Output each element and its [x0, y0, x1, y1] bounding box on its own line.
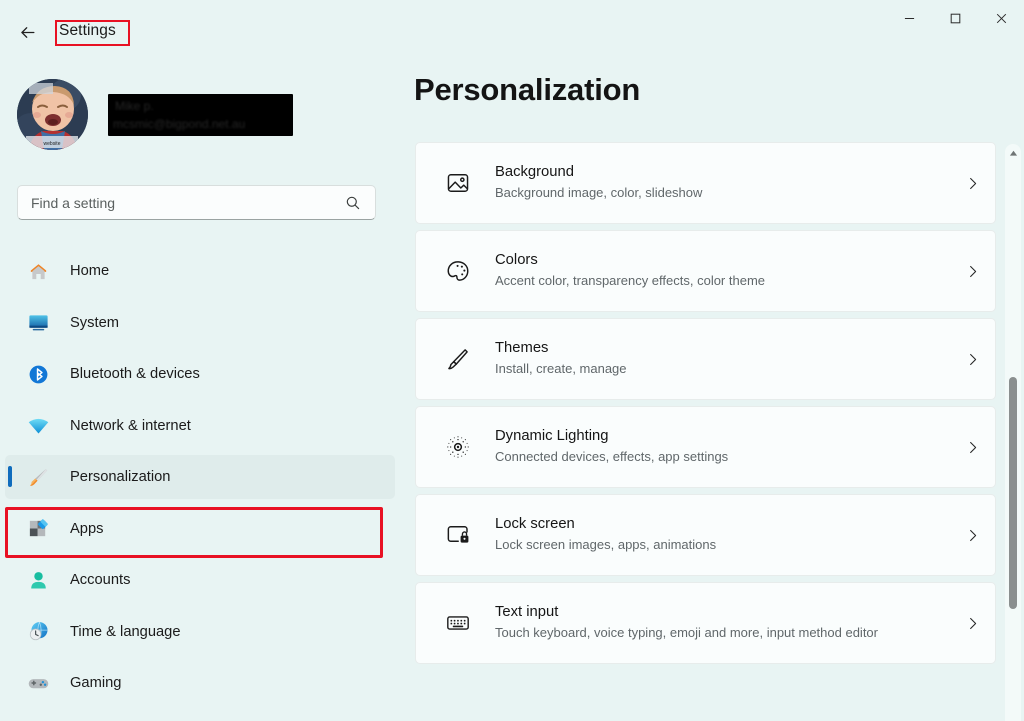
paintbrush-outline-icon [438, 346, 478, 372]
chevron-right-icon [949, 528, 995, 543]
account-info-redacted: Mike p. mcsmic@bigpond.net.au [108, 93, 293, 136]
close-icon [996, 13, 1006, 23]
gamepad-icon [25, 670, 51, 696]
app-title: Settings [59, 22, 116, 39]
sidebar-item-accounts[interactable]: Accounts [5, 558, 395, 602]
sidebar-item-network-internet[interactable]: Network & internet [5, 404, 395, 448]
sidebar-item-label: Accounts [70, 572, 131, 588]
settings-card-lock-screen[interactable]: Lock screen Lock screen images, apps, an… [415, 494, 996, 576]
sidebar-item-personalization[interactable]: Personalization [5, 455, 395, 499]
card-subtitle: Accent color, transparency effects, colo… [495, 273, 766, 289]
avatar-photo: website [17, 79, 88, 150]
main-scrollbar[interactable] [1005, 144, 1021, 721]
card-text: Text input Touch keyboard, voice typing,… [495, 603, 949, 642]
chevron-right-icon [949, 352, 995, 367]
sidebar-nav: Home System Bluetooth & devices Network … [5, 249, 395, 713]
card-subtitle: Install, create, manage [495, 361, 627, 377]
chevron-right-icon [949, 264, 995, 279]
lock-screen-icon [438, 522, 478, 548]
sidebar-item-home[interactable]: Home [5, 249, 395, 293]
search-icon [345, 195, 361, 211]
chevron-right-icon [949, 440, 995, 455]
sidebar: website Mike p. mcsmic@bigpond.net.au Fi… [0, 48, 400, 721]
sidebar-item-bluetooth-devices[interactable]: Bluetooth & devices [5, 352, 395, 396]
chevron-right-icon [949, 616, 995, 631]
settings-card-colors[interactable]: Colors Accent color, transparency effect… [415, 230, 996, 312]
card-text: Colors Accent color, transparency effect… [495, 251, 949, 290]
settings-window: Settings website Mike p. mcsmic@bigpond.… [0, 0, 1024, 721]
sidebar-item-time-language[interactable]: Time & language [5, 610, 395, 654]
picture-icon [438, 170, 478, 196]
apps-icon [25, 516, 51, 542]
sidebar-item-gaming[interactable]: Gaming [5, 661, 395, 705]
svg-text:website: website [44, 141, 61, 147]
paintbrush-icon [25, 464, 51, 490]
maximize-button[interactable] [932, 0, 978, 36]
sidebar-item-label: Network & internet [70, 417, 191, 434]
scrollbar-thumb[interactable] [1009, 377, 1017, 609]
wifi-icon [25, 413, 51, 439]
card-title: Text input [495, 604, 559, 621]
back-arrow-icon [20, 26, 34, 38]
avatar: website [17, 79, 88, 150]
lighting-burst-icon [438, 434, 478, 460]
search-box[interactable] [17, 185, 376, 220]
settings-card-text-input[interactable]: Text input Touch keyboard, voice typing,… [415, 582, 996, 664]
settings-card-themes[interactable]: Themes Install, create, manage [415, 318, 996, 400]
card-text: Background Background image, color, slid… [495, 163, 949, 202]
person-icon [25, 567, 51, 593]
card-text: Lock screen Lock screen images, apps, an… [495, 515, 949, 554]
system-monitor-icon [25, 310, 51, 336]
home-icon [25, 258, 51, 284]
page-title: Personalization [414, 72, 641, 107]
bluetooth-icon [25, 361, 51, 387]
account-email-redacted: mcsmic@bigpond.net.au [113, 116, 246, 131]
account-profile[interactable]: website Mike p. mcsmic@bigpond.net.au [17, 79, 293, 150]
settings-card-background[interactable]: Background Background image, color, slid… [415, 142, 996, 224]
minimize-button[interactable] [886, 0, 932, 36]
sidebar-item-label: Time & language [70, 623, 181, 640]
card-subtitle: Touch keyboard, voice typing, emoji and … [495, 625, 878, 641]
card-title: Dynamic Lighting [495, 428, 609, 445]
card-subtitle: Lock screen images, apps, animations [495, 537, 717, 553]
card-title: Lock screen [495, 516, 575, 533]
chevron-right-icon [949, 176, 995, 191]
sidebar-item-label: Gaming [70, 675, 122, 691]
keyboard-icon [438, 610, 478, 636]
back-button[interactable] [12, 18, 42, 46]
palette-icon [438, 258, 478, 284]
window-controls [886, 0, 1024, 36]
scrollbar-track[interactable] [1005, 162, 1021, 721]
card-text: Dynamic Lighting Connected devices, effe… [495, 427, 949, 466]
sidebar-item-label: Apps [70, 520, 104, 537]
card-subtitle: Connected devices, effects, app settings [495, 449, 729, 465]
scroll-up-arrow-icon[interactable] [1005, 144, 1021, 162]
sidebar-item-label: Personalization [70, 469, 171, 485]
card-text: Themes Install, create, manage [495, 339, 949, 378]
sidebar-item-label: System [70, 314, 119, 331]
account-name-redacted: Mike p. [115, 98, 154, 113]
sidebar-item-label: Bluetooth & devices [70, 366, 200, 382]
sidebar-item-system[interactable]: System [5, 301, 395, 345]
sidebar-item-apps[interactable]: Apps [5, 507, 395, 551]
title-bar: Settings [0, 0, 1024, 48]
globe-clock-icon [25, 619, 51, 645]
card-title: Background [495, 164, 574, 181]
maximize-icon [950, 13, 960, 23]
main-content: Personalization Background Background im… [400, 48, 1024, 721]
card-title: Themes [495, 340, 549, 357]
sidebar-item-label: Home [70, 263, 110, 279]
close-button[interactable] [978, 0, 1024, 36]
settings-card-dynamic-lighting[interactable]: Dynamic Lighting Connected devices, effe… [415, 406, 996, 488]
card-subtitle: Background image, color, slideshow [495, 185, 703, 201]
settings-card-list: Background Background image, color, slid… [415, 142, 996, 670]
search-input[interactable] [18, 194, 345, 211]
minimize-icon [904, 17, 914, 19]
card-title: Colors [495, 252, 538, 269]
